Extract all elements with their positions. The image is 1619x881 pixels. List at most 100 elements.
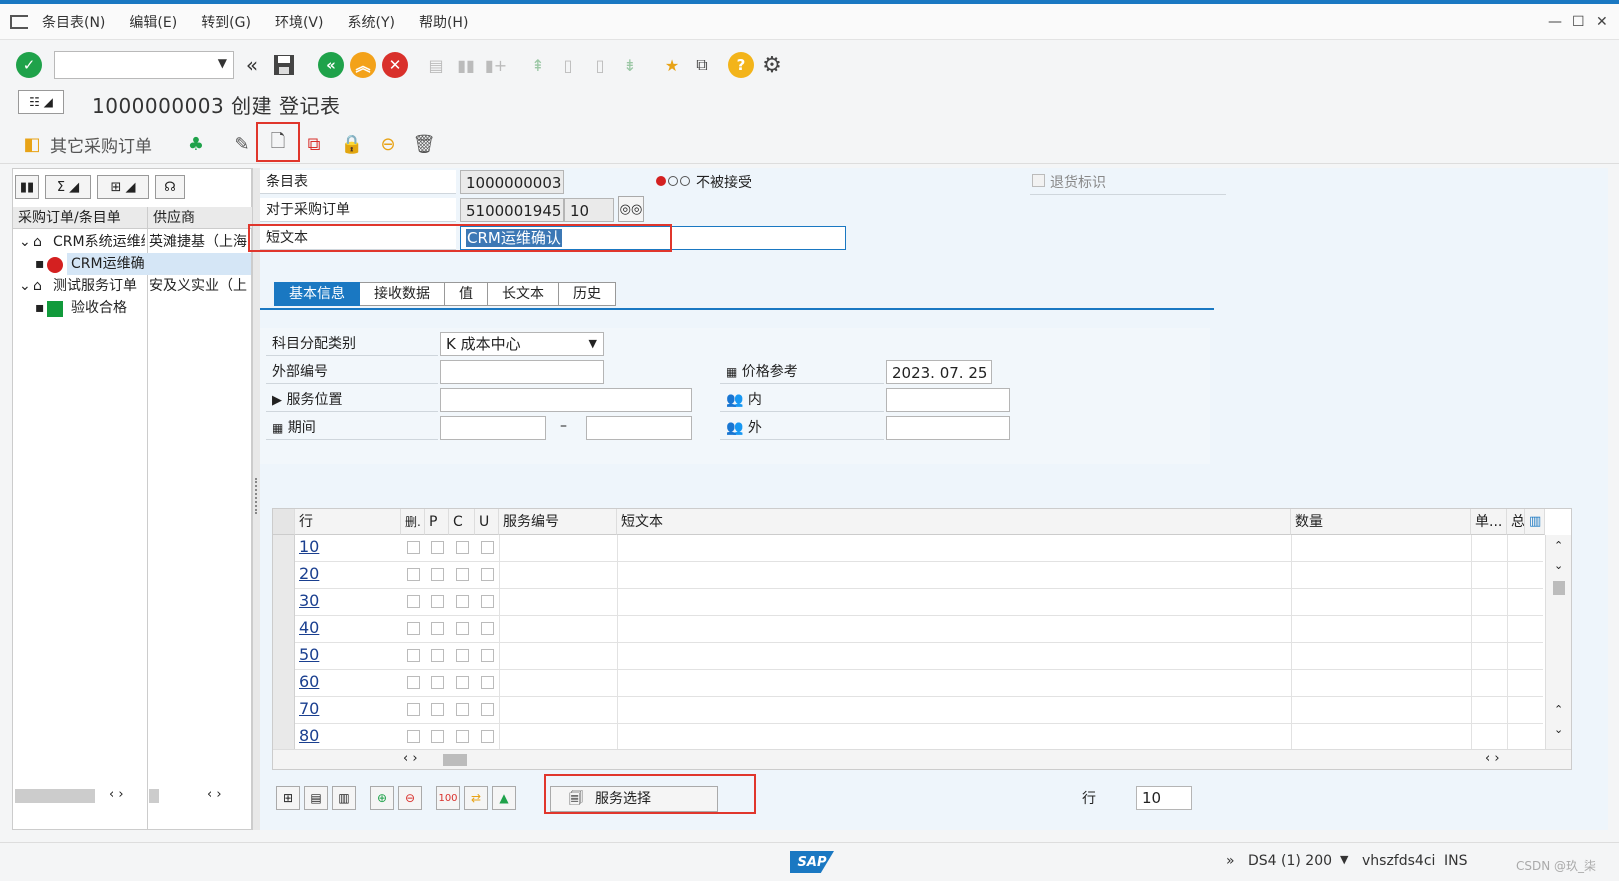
chevron-down-icon[interactable]: ▼ — [218, 56, 227, 70]
reject-icon[interactable]: ⊖ — [374, 130, 402, 158]
chevron-down-icon[interactable]: ▼ — [1340, 853, 1348, 866]
display-change-icon[interactable]: ✎ — [228, 130, 256, 158]
expand-icon[interactable]: ⌄ — [19, 275, 31, 297]
column-settings-icon[interactable]: ▥ — [1525, 509, 1545, 535]
layout-icon[interactable]: ⊞ ◢ — [97, 175, 149, 199]
select-all-icon[interactable]: ⊞ — [276, 786, 300, 810]
delete-row-icon[interactable]: ⊖ — [398, 786, 422, 810]
help-icon[interactable]: ? — [728, 52, 754, 78]
table-row[interactable]: 30 — [273, 589, 1543, 616]
table-row[interactable]: 10 — [273, 535, 1543, 562]
tree-row[interactable]: ▪ 验收合格 — [13, 297, 251, 319]
menu-item-goto[interactable]: 转到(G) — [201, 12, 251, 32]
period-from-input[interactable] — [440, 416, 546, 440]
save-icon[interactable] — [272, 52, 296, 78]
table-row[interactable]: 80 — [273, 724, 1543, 751]
previous-page-icon[interactable]: ▯ — [556, 52, 580, 78]
outer-input[interactable] — [886, 416, 1010, 440]
col-header-unit[interactable]: 单... — [1471, 509, 1507, 535]
table-row[interactable]: 50 — [273, 643, 1543, 670]
scrollbar-thumb[interactable] — [1553, 581, 1565, 595]
gear-icon[interactable]: ⚙ — [760, 52, 784, 78]
tab-long-text[interactable]: 长文本 — [488, 282, 559, 306]
create-session-icon[interactable]: ★ — [660, 52, 684, 78]
col-header-c[interactable]: C — [449, 509, 475, 535]
binoculars-icon[interactable]: ▮▮ — [15, 175, 39, 199]
scroll-left-right-icon[interactable]: ‹ › — [403, 751, 418, 766]
maximize-icon[interactable]: ☐ — [1572, 14, 1585, 30]
acct-assign-select[interactable]: K 成本中心 ▼ — [440, 332, 604, 356]
enter-check-icon[interactable]: ✓ — [16, 52, 42, 78]
exit-icon[interactable]: ︽ — [350, 52, 376, 78]
system-info[interactable]: DS4 (1) 200 — [1248, 853, 1332, 869]
shortcut-icon[interactable]: ⧉ — [690, 52, 714, 78]
scroll-up-icon[interactable]: ⌃ — [1554, 539, 1563, 552]
menu-item-environment[interactable]: 环境(V) — [275, 12, 324, 32]
scroll-left-right-icon[interactable]: ‹ › — [207, 787, 222, 802]
tab-basic-info[interactable]: 基本信息 — [274, 282, 360, 306]
screen-menu-icon[interactable]: ☷ ◢ — [18, 90, 64, 114]
period-to-input[interactable] — [586, 416, 692, 440]
grid-select-all[interactable] — [273, 509, 295, 535]
tab-history[interactable]: 历史 — [559, 282, 616, 306]
vendor-scrollbar[interactable] — [149, 789, 159, 803]
table-row[interactable]: 70 — [273, 697, 1543, 724]
col-header-p[interactable]: P — [425, 509, 449, 535]
minimize-icon[interactable]: — — [1548, 14, 1562, 30]
col-header-quantity[interactable]: 数量 — [1291, 509, 1471, 535]
inner-input[interactable] — [886, 388, 1010, 412]
delete-icon[interactable]: 🗑 — [410, 130, 438, 158]
price-ref-value[interactable]: 2023. 07. 25 — [886, 360, 992, 384]
sum-icon[interactable]: Σ ◢ — [45, 175, 91, 199]
last-page-icon[interactable]: ⇟ — [618, 52, 642, 78]
chart-icon[interactable]: ▲ — [492, 786, 516, 810]
return-flag-checkbox[interactable] — [1032, 174, 1045, 187]
glasses-icon[interactable]: ◎◎ — [618, 196, 644, 222]
first-page-icon[interactable]: ⇞ — [526, 52, 550, 78]
lock-icon[interactable]: 🔒 — [338, 130, 366, 158]
tree-row[interactable]: ⌄ ⌂ CRM系统运维维 英滩捷基（上海 — [13, 231, 251, 253]
table-row[interactable]: 20 — [273, 562, 1543, 589]
tab-values[interactable]: 值 — [445, 282, 488, 306]
col-header-total[interactable]: 总 — [1507, 509, 1525, 535]
col-header-short-text[interactable]: 短文本 — [617, 509, 1291, 535]
next-page-icon[interactable]: ▯ — [588, 52, 612, 78]
tree-row-selected[interactable]: ▪ CRM运维确 — [13, 253, 251, 275]
command-field[interactable]: ▼ — [54, 51, 234, 79]
scroll-up-icon[interactable]: ⌃ — [1554, 703, 1563, 716]
deselect-icon[interactable]: ▥ — [332, 786, 356, 810]
ext-number-input[interactable] — [440, 360, 604, 384]
transfer-icon[interactable]: ⇄ — [464, 786, 488, 810]
vertical-scrollbar[interactable]: ⌃ ⌄ ⌃ ⌄ — [1545, 535, 1571, 749]
print-icon[interactable]: ▤ — [424, 52, 448, 78]
menu-item-edit[interactable]: 编辑(E) — [129, 12, 177, 32]
expand-icon[interactable]: ⌄ — [19, 231, 31, 253]
col-header-u[interactable]: U — [475, 509, 499, 535]
scrollbar-thumb[interactable] — [443, 754, 467, 766]
col-header-service-number[interactable]: 服务编号 — [499, 509, 617, 535]
back-icon[interactable]: « — [318, 52, 344, 78]
close-icon[interactable]: ✕ — [1596, 14, 1608, 30]
menu-item-entry-sheet[interactable]: 条目表(N) — [42, 12, 105, 32]
menu-toggle-icon[interactable] — [10, 14, 28, 29]
row-input[interactable]: 10 — [1136, 786, 1192, 810]
copy-icon[interactable]: ⧉ — [300, 130, 328, 158]
tree-row[interactable]: ⌄ ⌂ 测试服务订单 安及义实业（上 — [13, 275, 251, 297]
find-icon[interactable]: ▮▮ — [454, 52, 478, 78]
col-header-delete[interactable]: 删. — [401, 509, 425, 535]
table-row[interactable]: 40 — [273, 616, 1543, 643]
table-row[interactable]: 60 — [273, 670, 1543, 697]
tree-header-vendor[interactable]: 供应商 — [147, 207, 253, 229]
cancel-icon[interactable]: ✕ — [382, 52, 408, 78]
scroll-left-right-icon[interactable]: ‹ › — [109, 787, 124, 802]
menu-item-help[interactable]: 帮助(H) — [419, 12, 468, 32]
service-location-input[interactable] — [440, 388, 692, 412]
find-next-icon[interactable]: ▮+ — [484, 52, 508, 78]
tree-header-po[interactable]: 采购订单/条目单 — [13, 207, 147, 229]
other-po-button[interactable]: 其它采购订单 — [50, 132, 152, 157]
menu-item-system[interactable]: 系统(Y) — [347, 12, 394, 32]
scroll-down-icon[interactable]: ⌄ — [1554, 559, 1563, 572]
hundred-percent-icon[interactable]: 100 — [436, 786, 460, 810]
splitter-handle[interactable] — [252, 168, 260, 830]
tab-receipt-data[interactable]: 接收数据 — [360, 282, 445, 306]
